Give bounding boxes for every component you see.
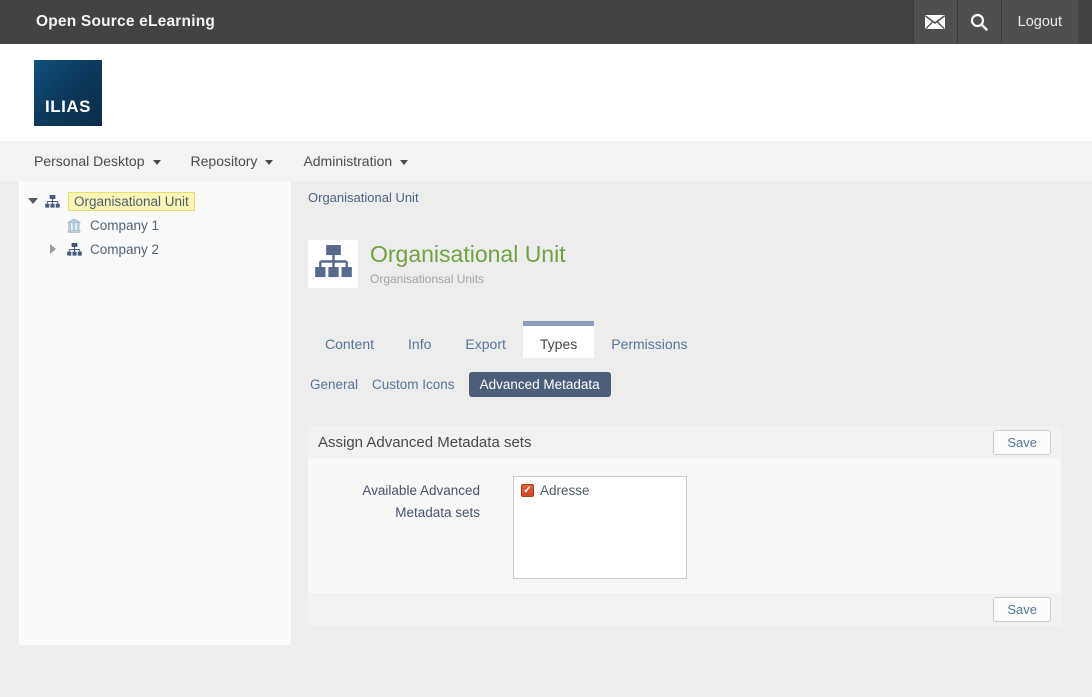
tree-label[interactable]: Company 2 xyxy=(90,242,159,257)
topbar: Open Source eLearning xyxy=(0,0,1092,44)
tab-bar: Content Info Export Types Permissions xyxy=(308,321,704,358)
chevron-down-icon xyxy=(265,160,273,165)
chevron-down-icon xyxy=(400,160,408,165)
ilias-logo[interactable]: ILIAS xyxy=(34,60,102,126)
save-button-bottom[interactable]: Save xyxy=(993,597,1051,622)
subtab-advanced-metadata[interactable]: Advanced Metadata xyxy=(469,372,611,397)
subtab-bar: General Custom Icons Advanced Metadata xyxy=(310,371,611,397)
save-button-top[interactable]: Save xyxy=(993,430,1051,455)
assign-metadata-form: Assign Advanced Metadata sets Save Avail… xyxy=(308,426,1061,626)
section-title: Assign Advanced Metadata sets xyxy=(318,434,531,451)
tree-item-organisational-unit[interactable]: Organisational Unit xyxy=(19,189,291,213)
tab-export[interactable]: Export xyxy=(448,321,522,358)
menu-label: Personal Desktop xyxy=(34,153,145,169)
tree-item-company-1[interactable]: Company 1 xyxy=(19,213,291,237)
orgunit-icon xyxy=(315,245,352,283)
breadcrumb: Organisational Unit xyxy=(308,190,419,205)
search-icon xyxy=(970,13,988,31)
repository-tree: Organisational Unit Company 1 xyxy=(19,181,291,645)
form-footer: Save xyxy=(308,593,1061,626)
page-icon-box xyxy=(308,240,358,288)
menu-label: Repository xyxy=(191,153,258,169)
tab-permissions[interactable]: Permissions xyxy=(594,321,704,358)
metadata-set-listbox[interactable]: ✓ Adresse xyxy=(513,476,687,579)
page-header: Organisational Unit Organisationsal Unit… xyxy=(308,240,566,288)
tab-content[interactable]: Content xyxy=(308,321,391,358)
page-title-group: Organisational Unit Organisationsal Unit… xyxy=(370,240,566,288)
expand-toggle[interactable] xyxy=(50,244,67,254)
topbar-actions: Logout xyxy=(913,0,1078,44)
option-adresse[interactable]: ✓ Adresse xyxy=(521,483,679,498)
form-header: Assign Advanced Metadata sets Save xyxy=(308,426,1061,459)
logo-text: ILIAS xyxy=(45,97,91,117)
page-subtitle: Organisationsal Units xyxy=(370,272,566,286)
tab-info[interactable]: Info xyxy=(391,321,448,358)
envelope-icon xyxy=(924,14,946,30)
main-menu: Personal Desktop Repository Administrati… xyxy=(0,141,1092,181)
tree-label[interactable]: Organisational Unit xyxy=(68,192,195,211)
logout-button[interactable]: Logout xyxy=(1001,0,1078,44)
menu-administration[interactable]: Administration xyxy=(303,153,408,169)
header-band: ILIAS xyxy=(0,44,1092,141)
subtab-general[interactable]: General xyxy=(310,377,358,392)
field-value: ✓ Adresse xyxy=(513,476,687,579)
menu-label: Administration xyxy=(303,153,392,169)
form-body: Available Advanced Metadata sets ✓ Adres… xyxy=(308,459,1061,593)
search-button[interactable] xyxy=(957,0,1001,44)
mail-button[interactable] xyxy=(913,0,957,44)
subtab-custom-icons[interactable]: Custom Icons xyxy=(372,377,455,392)
tree-item-company-2[interactable]: Company 2 xyxy=(19,237,291,261)
content-area: Organisational Unit Company 1 xyxy=(0,181,1092,697)
tab-types[interactable]: Types xyxy=(523,321,594,358)
caret-down-icon xyxy=(28,198,38,204)
caret-right-icon xyxy=(50,244,56,254)
menu-personal-desktop[interactable]: Personal Desktop xyxy=(34,153,161,169)
menu-repository[interactable]: Repository xyxy=(191,153,274,169)
tree-label[interactable]: Company 1 xyxy=(90,218,159,233)
orgunit-icon xyxy=(67,243,87,256)
breadcrumb-item[interactable]: Organisational Unit xyxy=(308,190,419,205)
option-label: Adresse xyxy=(540,483,590,498)
ilias-admin-screen: Open Source eLearning xyxy=(0,0,1092,697)
building-icon xyxy=(67,218,87,233)
checkbox-checked-icon[interactable]: ✓ xyxy=(521,484,534,497)
page-title: Organisational Unit xyxy=(370,240,566,269)
orgunit-icon xyxy=(45,195,65,208)
expand-toggle[interactable] xyxy=(28,198,45,204)
main-column: Organisational Unit Organ xyxy=(308,181,1061,624)
chevron-down-icon xyxy=(153,160,161,165)
field-label: Available Advanced Metadata sets xyxy=(308,459,480,579)
app-title: Open Source eLearning xyxy=(0,13,215,31)
